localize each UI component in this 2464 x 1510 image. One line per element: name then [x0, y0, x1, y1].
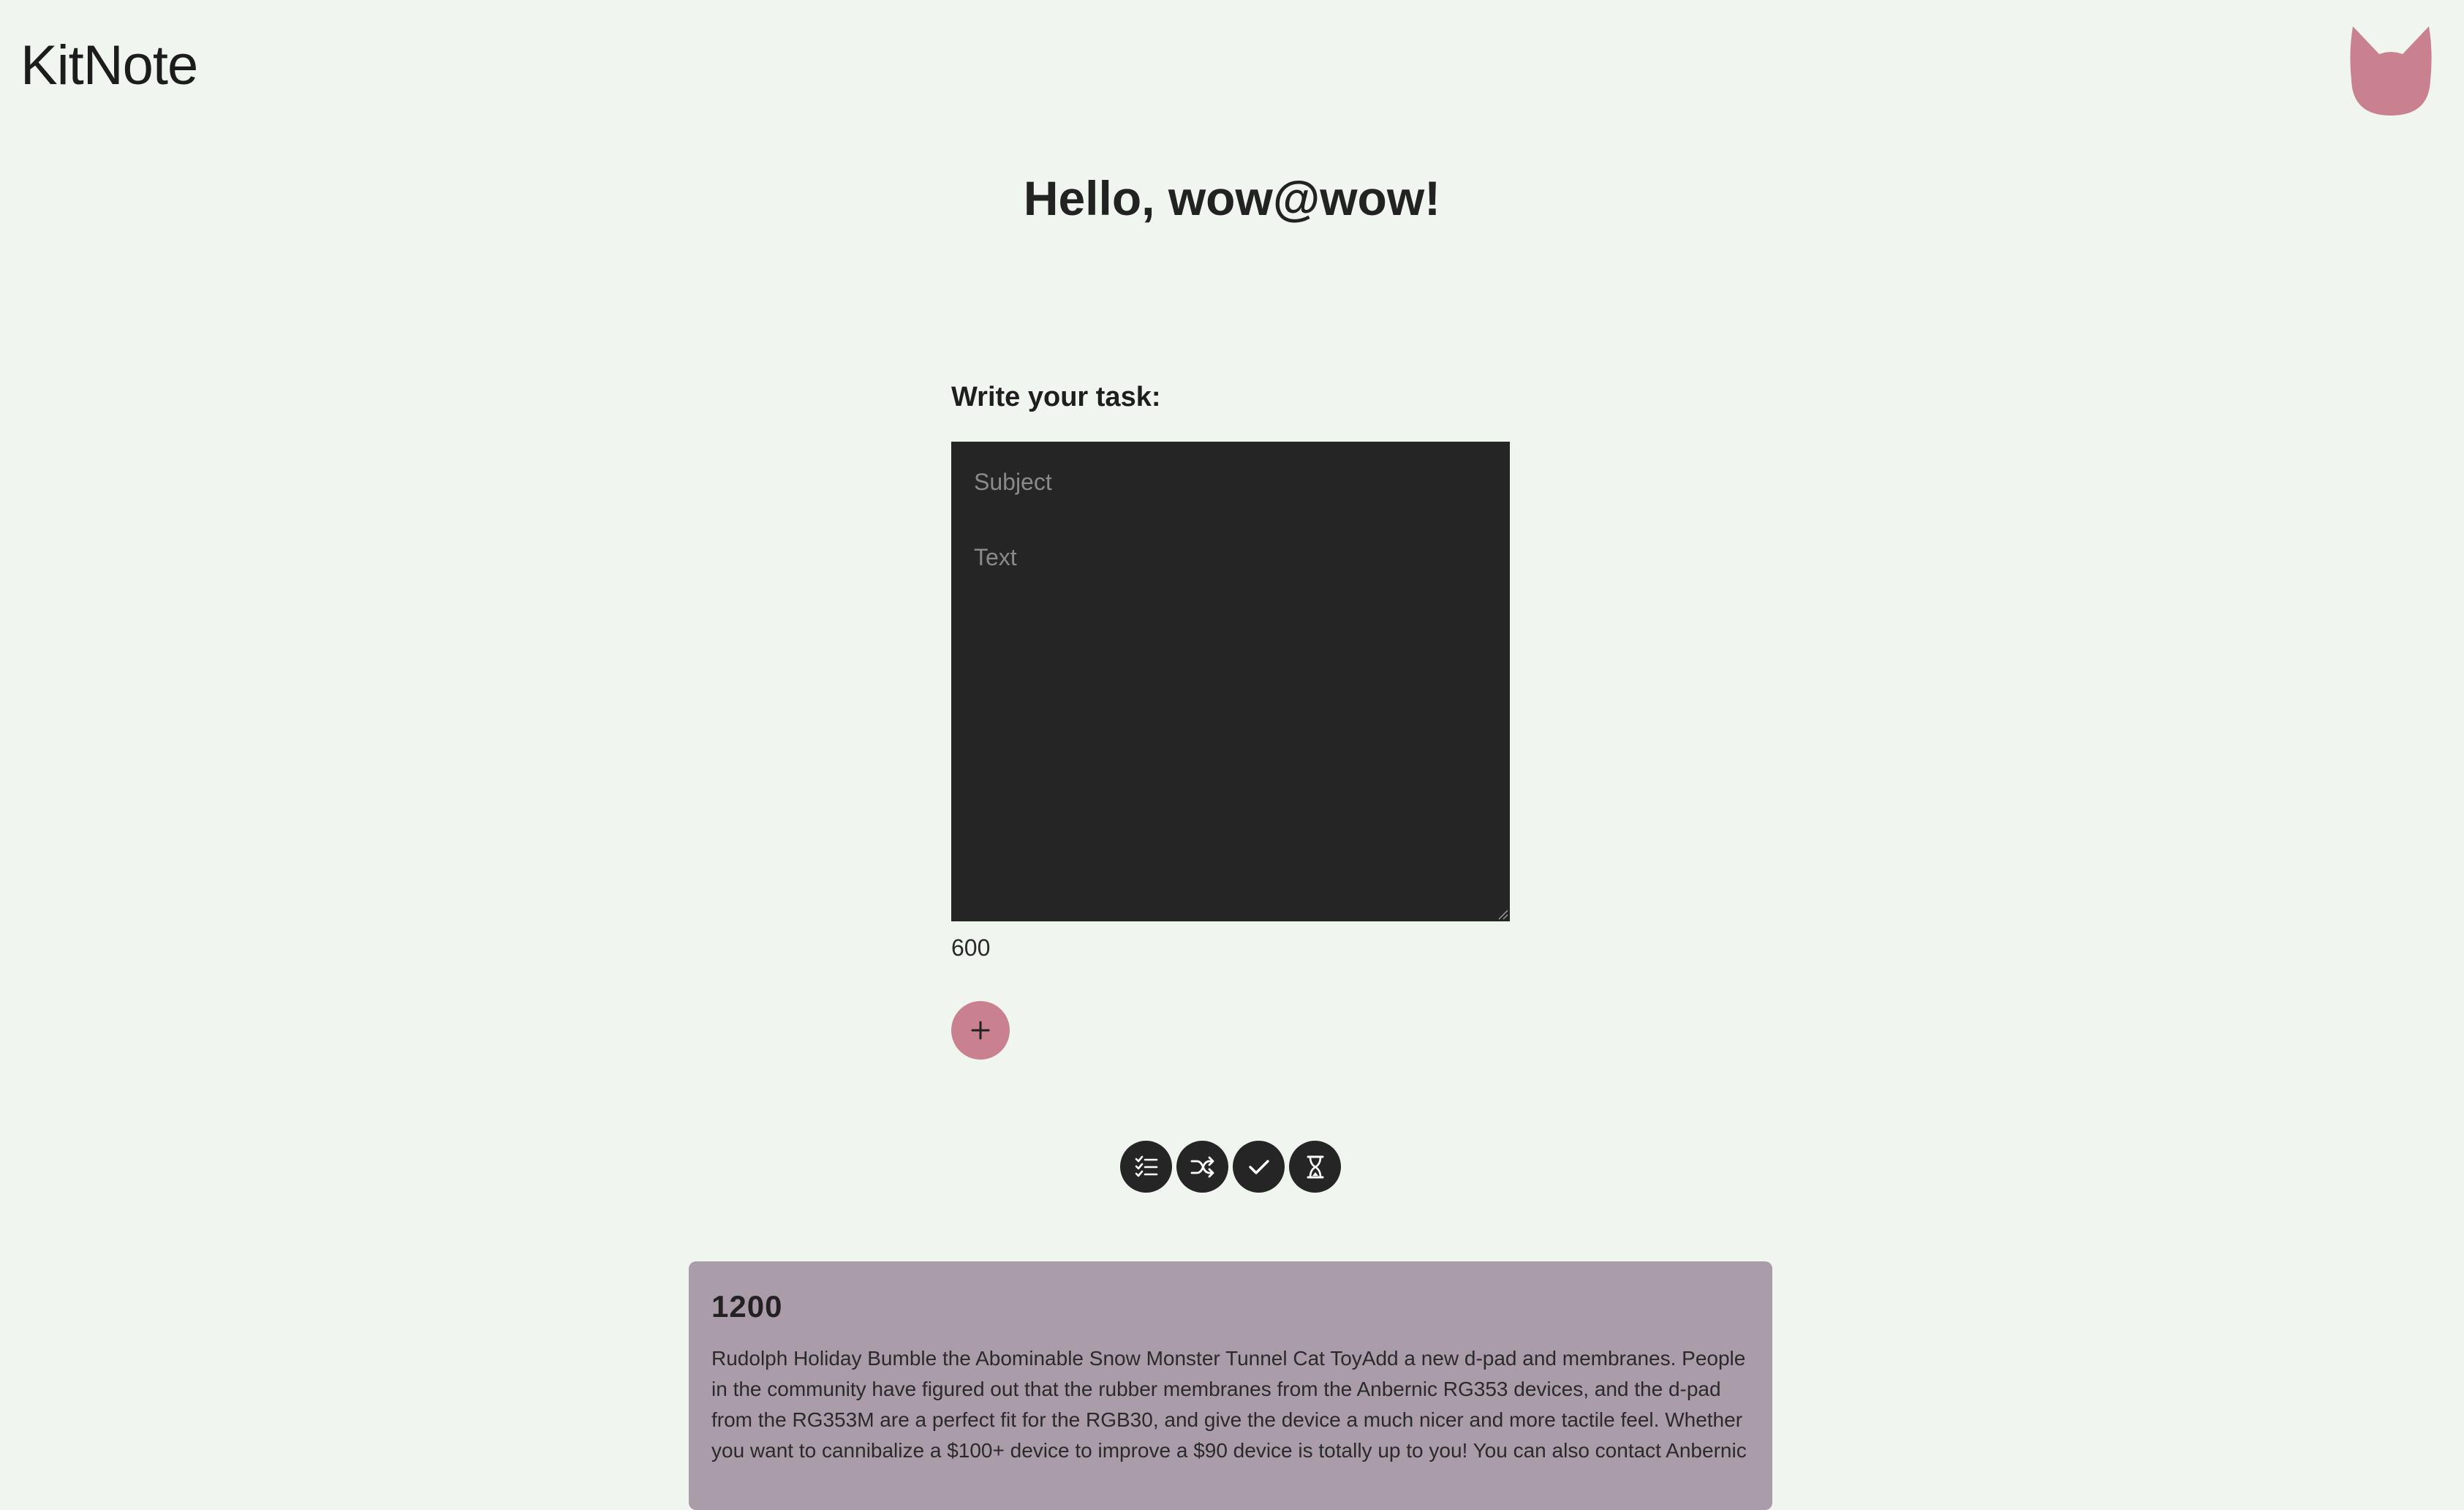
note-card[interactable]: 1200 Rudolph Holiday Bumble the Abominab… [689, 1261, 1772, 1510]
filter-completed-button[interactable] [1233, 1141, 1285, 1193]
check-icon [1248, 1159, 1269, 1174]
resize-grip-icon[interactable] [1497, 908, 1508, 920]
task-editor [951, 442, 1510, 921]
subject-input[interactable] [951, 442, 1510, 522]
shuffle-icon [1190, 1156, 1214, 1177]
char-counter: 600 [951, 935, 991, 961]
hourglass-icon [1307, 1155, 1323, 1178]
filter-pending-button[interactable] [1289, 1141, 1341, 1193]
note-title: 1200 [711, 1289, 783, 1324]
user-avatar[interactable] [2347, 23, 2435, 118]
task-form-label: Write your task: [951, 382, 1161, 412]
text-input[interactable] [951, 522, 1510, 921]
filter-toolbar [1120, 1141, 1341, 1193]
greeting-heading: Hello, wow@wow! [1023, 171, 1441, 225]
plus-icon [971, 1021, 990, 1040]
filter-shuffle-button[interactable] [1176, 1141, 1228, 1193]
app-logo[interactable]: KitNote [20, 38, 198, 94]
filter-all-button[interactable] [1120, 1141, 1172, 1193]
note-text: Rudolph Holiday Bumble the Abominable Sn… [711, 1347, 1747, 1462]
checklist-icon [1135, 1155, 1157, 1177]
add-task-button[interactable] [951, 1001, 1010, 1060]
cat-head-icon [2350, 26, 2432, 116]
